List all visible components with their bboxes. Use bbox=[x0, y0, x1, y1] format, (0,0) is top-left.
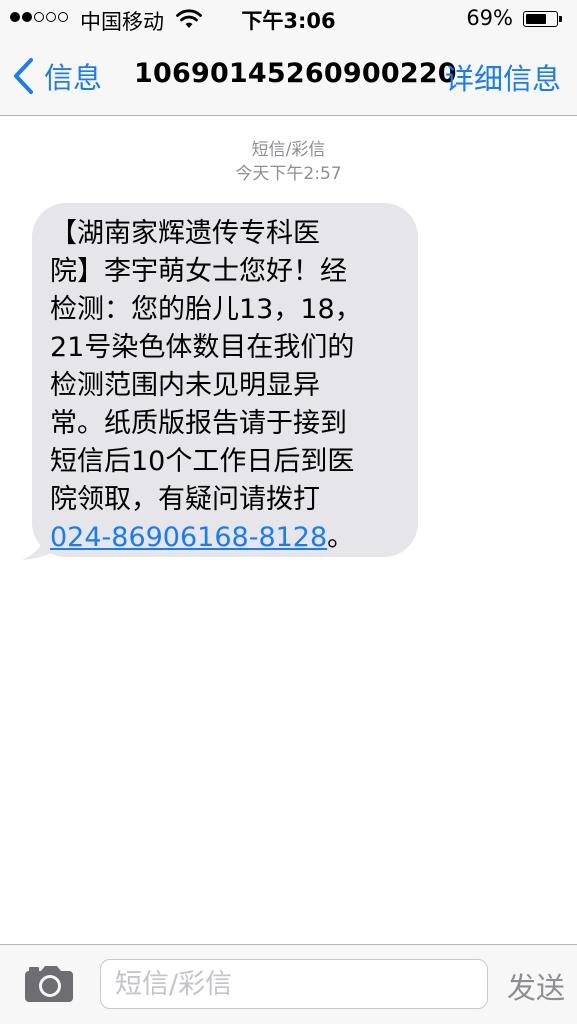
status-bar: 中国移动 下午3:06 69% bbox=[0, 0, 577, 38]
message-type-label: 短信/彩信 bbox=[251, 140, 326, 160]
message-bubble[interactable]: 【湖南家辉遗传专科医 院】李宇萌女士您好！经 检测：您的胎儿13，18， 21号… bbox=[20, 203, 418, 560]
camera-icon bbox=[25, 966, 73, 1002]
send-button[interactable]: 发送 bbox=[507, 965, 565, 1007]
message-body-text: 【湖南家辉遗传专科医 院】李宇萌女士您好！经 检测：您的胎儿13，18， 21号… bbox=[50, 218, 362, 515]
message-input[interactable] bbox=[100, 959, 488, 1009]
message-timestamp: 今天下午2:57 bbox=[235, 164, 342, 184]
back-label: 信息 bbox=[44, 61, 103, 95]
phone-number-link[interactable]: 024-86906168-8128 bbox=[50, 522, 327, 553]
nav-bar: 信息 10690145260900220 详细信息 bbox=[0, 38, 577, 116]
message-meta: 短信/彩信 今天下午2:57 bbox=[0, 138, 577, 186]
chevron-left-icon bbox=[14, 58, 33, 94]
input-bar: 发送 bbox=[0, 944, 577, 1024]
battery-icon bbox=[523, 11, 563, 27]
back-button[interactable]: 信息 bbox=[12, 54, 102, 98]
camera-button[interactable] bbox=[24, 965, 74, 1007]
message-end-punct: 。 bbox=[327, 522, 355, 553]
message-text: 【湖南家辉遗传专科医 院】李宇萌女士您好！经 检测：您的胎儿13，18， 21号… bbox=[50, 215, 400, 557]
page-title: 10690145260900220 bbox=[134, 58, 457, 89]
details-button[interactable]: 详细信息 bbox=[445, 56, 561, 98]
battery-percent: 69% bbox=[466, 6, 513, 30]
